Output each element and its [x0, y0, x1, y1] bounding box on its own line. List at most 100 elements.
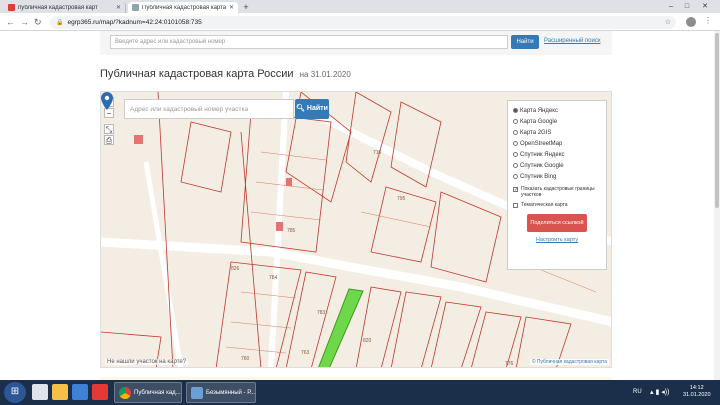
- parcel-label: 760: [241, 356, 250, 362]
- map-layers-panel: Карта Яндекс Карта Google Карта 2GIS Ope…: [507, 100, 607, 270]
- parcel-label: 716: [373, 150, 382, 156]
- selected-parcel[interactable]: [311, 288, 364, 368]
- windows-taskbar: ⊞ Публичная кад... Безымянный - Р... RU …: [0, 380, 720, 405]
- radio-icon: [513, 130, 518, 135]
- yandex-favicon-icon: [8, 4, 15, 11]
- browser-tab-label: публичная кадастровая карт: [18, 4, 98, 11]
- page-title-text: Публичная кадастровая карта России: [100, 68, 294, 80]
- thematic-map-checkbox[interactable]: Тематическая карта: [513, 202, 601, 208]
- print-icon[interactable]: ⎙: [104, 135, 114, 145]
- paint-icon: [191, 386, 203, 399]
- layer-label: Карта Яндекс: [520, 107, 558, 114]
- browser-menu-icon[interactable]: ⋮: [704, 16, 712, 25]
- radio-selected-icon: [513, 108, 518, 113]
- map-copyright[interactable]: © Публичная кадастровая карта: [529, 359, 609, 365]
- folder-icon[interactable]: [52, 384, 68, 400]
- page-favicon-icon: [132, 4, 139, 11]
- layer-option[interactable]: Карта Google: [513, 116, 601, 127]
- browser-tab[interactable]: публичная кадастровая карт ✕: [4, 2, 126, 13]
- map-pin-icon[interactable]: [101, 92, 113, 110]
- start-button[interactable]: ⊞: [4, 382, 26, 403]
- layer-label: Спутник Bing: [520, 173, 557, 180]
- building: [276, 222, 283, 231]
- ruler-icon[interactable]: ⤡: [104, 124, 114, 134]
- bookmark-star-icon[interactable]: ☆: [665, 18, 671, 26]
- layer-option[interactable]: OpenStreetMap: [513, 138, 601, 149]
- minimize-icon[interactable]: –: [664, 0, 678, 13]
- thematic-map-label: Тематическая карта: [521, 202, 568, 208]
- site-search-input[interactable]: Введите адрес или кадастровый номер: [110, 35, 508, 49]
- parcel-label: 785: [287, 228, 296, 234]
- parcel-label: 783: [317, 310, 326, 316]
- radio-icon: [513, 163, 518, 168]
- layer-option[interactable]: Карта Яндекс: [513, 105, 601, 116]
- clock-time: 14:12: [689, 385, 704, 391]
- radio-icon: [513, 152, 518, 157]
- close-tab-icon[interactable]: ✕: [229, 4, 234, 11]
- radio-icon: [513, 119, 518, 124]
- close-window-icon[interactable]: ✕: [698, 0, 712, 13]
- layer-option[interactable]: Спутник Яндекс: [513, 149, 601, 160]
- chrome-icon: [119, 386, 131, 399]
- checkbox-icon: [513, 203, 518, 208]
- scrollbar-thumb[interactable]: [715, 33, 719, 208]
- tray-icons[interactable]: ▴ ▮ ◂)): [650, 388, 669, 396]
- map-search-input[interactable]: Адрес или кадастровый номер участка: [124, 99, 294, 119]
- taskbar-app-chrome[interactable]: Публичная кад...: [114, 382, 182, 403]
- maximize-icon[interactable]: □: [680, 0, 694, 13]
- checkbox-checked-icon: ✓: [513, 187, 519, 193]
- radio-icon: [513, 174, 518, 179]
- new-tab-button[interactable]: +: [241, 2, 251, 12]
- taskbar-app-paint[interactable]: Безымянный - Р...: [186, 382, 256, 403]
- browser-tab-active[interactable]: Публичная кадастровая карта ✕: [128, 2, 238, 13]
- reload-icon[interactable]: ↻: [34, 16, 42, 28]
- browser-tab-strip: публичная кадастровая карт ✕ Публичная к…: [0, 0, 720, 13]
- back-icon[interactable]: ←: [6, 16, 15, 28]
- url-text: egrp365.ru/map/?kadnum=42:24:0101058:735: [67, 19, 202, 26]
- parcel-label: 784: [269, 275, 278, 281]
- parcel-label: 795: [397, 196, 406, 202]
- layer-label: Карта 2GIS: [520, 129, 552, 136]
- layer-label: Спутник Google: [520, 162, 564, 169]
- site-search-bar: Введите адрес или кадастровый номер Найт…: [100, 31, 612, 55]
- address-bar-row: ← → ↻ 🔒 egrp365.ru/map/?kadnum=42:24:010…: [0, 13, 720, 31]
- clock-date: 31.01.2020: [683, 392, 711, 398]
- taskbar-app-label: Публичная кад...: [134, 389, 181, 396]
- building: [134, 135, 143, 144]
- url-field[interactable]: 🔒 egrp365.ru/map/?kadnum=42:24:0101058:7…: [50, 16, 676, 29]
- forward-icon[interactable]: →: [20, 16, 29, 28]
- site-find-button[interactable]: Найти: [511, 35, 539, 49]
- browser-tab-label: Публичная кадастровая карта: [142, 4, 226, 11]
- parcel-label: 826: [231, 266, 240, 272]
- layer-label: OpenStreetMap: [520, 140, 563, 147]
- taskbar-pin-icon[interactable]: [32, 384, 48, 400]
- layer-option[interactable]: Спутник Google: [513, 160, 601, 171]
- lock-icon: 🔒: [56, 20, 64, 26]
- page-title: Публичная кадастровая карта России на 31…: [100, 68, 351, 80]
- system-clock[interactable]: 14:12 31.01.2020: [683, 385, 711, 399]
- map-search-button-label: Найти: [306, 105, 328, 112]
- profile-avatar[interactable]: [686, 17, 696, 27]
- radio-icon: [513, 141, 518, 146]
- parcel-label: 820: [363, 338, 372, 344]
- cadastral-map[interactable]: 716 785 784 826 783 795 760 763 820 776 …: [100, 91, 612, 368]
- share-link-button[interactable]: Поделиться ссылкой: [527, 214, 587, 232]
- configure-map-link[interactable]: Настроить карту: [513, 237, 601, 243]
- page-title-date: на 31.01.2020: [299, 70, 351, 79]
- language-indicator[interactable]: RU: [633, 389, 642, 395]
- layer-label: Карта Google: [520, 118, 558, 125]
- close-tab-icon[interactable]: ✕: [116, 4, 121, 11]
- not-found-link[interactable]: Не нашли участок на карте?: [105, 359, 189, 365]
- media-player-icon[interactable]: [72, 384, 88, 400]
- advanced-search-link[interactable]: Расширенный поиск: [544, 38, 601, 44]
- yandex-browser-icon[interactable]: [92, 384, 108, 400]
- layer-option[interactable]: Спутник Bing: [513, 171, 601, 182]
- show-borders-checkbox[interactable]: ✓ Показать кадастровые границы участков: [513, 186, 601, 198]
- search-icon: 🔍︎: [296, 105, 305, 112]
- parcel-label: 763: [301, 350, 310, 356]
- layer-option[interactable]: Карта 2GIS: [513, 127, 601, 138]
- parcel-label: 776: [505, 361, 514, 367]
- map-search-button[interactable]: 🔍︎ Найти: [295, 99, 329, 119]
- building: [286, 178, 292, 186]
- taskbar-app-label: Безымянный - Р...: [206, 389, 256, 396]
